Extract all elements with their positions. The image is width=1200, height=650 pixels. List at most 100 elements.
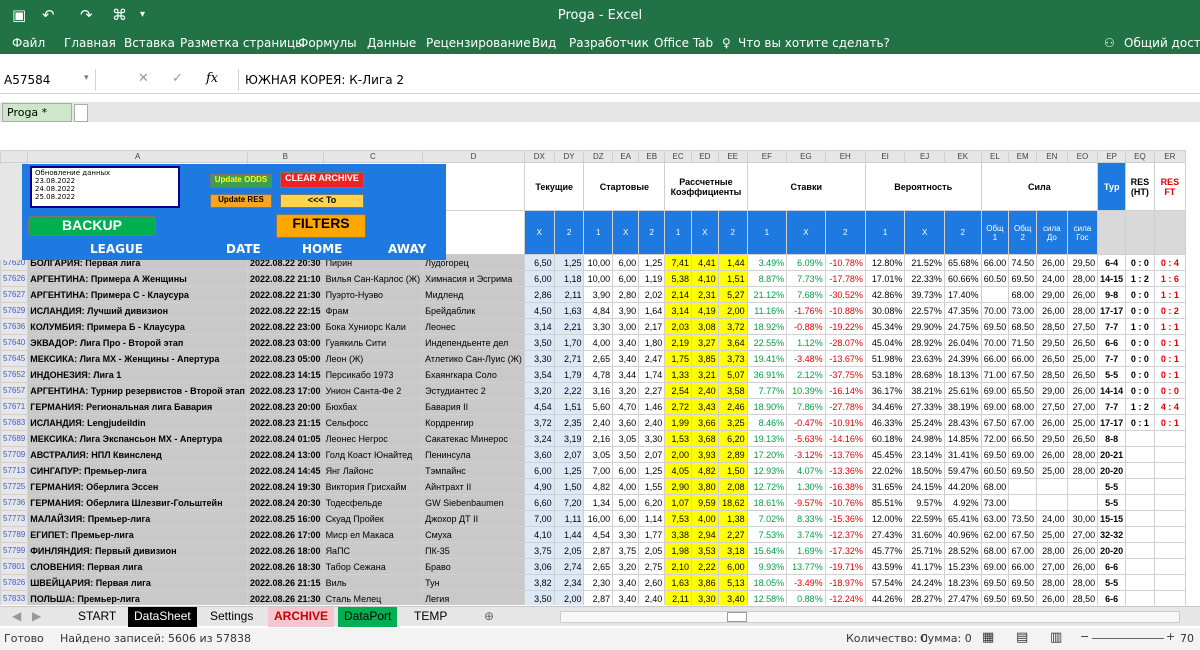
value-cell[interactable]: 26,00 (1066, 382, 1099, 399)
formula-input[interactable]: ЮЖНАЯ КОРЕЯ: К-Лига 2 (238, 69, 1198, 91)
value-cell[interactable]: 69.00 (980, 398, 1010, 415)
value-cell[interactable]: 1,75 (664, 350, 692, 367)
row-number[interactable]: 57657 (0, 382, 29, 399)
value-cell[interactable]: 4,00 (583, 334, 614, 351)
value-cell[interactable]: 2,46 (717, 398, 748, 415)
new-workbook-tab[interactable] (74, 104, 88, 122)
value-cell[interactable]: 2,54 (664, 382, 692, 399)
value-cell[interactable]: 7-7 (1097, 350, 1127, 367)
value-cell[interactable]: 12.00% (864, 510, 906, 527)
date-cell[interactable]: 2022.08.23 17:00 (246, 382, 324, 399)
value-cell[interactable]: 27.47% (943, 590, 982, 605)
value-cell[interactable]: 26,00 (1066, 286, 1099, 303)
away-cell[interactable]: Химнасия и Эсгрима (422, 270, 525, 287)
value-cell[interactable]: 4,70 (612, 398, 640, 415)
value-cell[interactable]: 1,50 (717, 462, 748, 479)
filter-header[interactable]: 1 (864, 210, 906, 255)
column-header[interactable]: EL (980, 150, 1010, 163)
clear-archive-button[interactable]: CLEAR ARCHIVE (280, 172, 364, 188)
value-cell[interactable]: 2,47 (638, 350, 666, 367)
value-cell[interactable]: 3.49% (746, 254, 788, 271)
value-cell[interactable]: 14.85% (943, 430, 982, 447)
home-cell[interactable]: Скуад Пройек (322, 510, 424, 527)
table-row[interactable]: 57683 ИСЛАНДИЯ: Lengjudeildin 2022.08.23 2… (0, 414, 1186, 431)
value-cell[interactable] (1008, 494, 1038, 511)
value-cell[interactable]: 60.50 (980, 462, 1010, 479)
league-cell[interactable]: МЕКСИКА: Лига Экспансьон MX - Апертура (27, 430, 248, 447)
value-cell[interactable]: 1,51 (553, 398, 585, 415)
row-number[interactable]: 57725 (0, 478, 29, 495)
value-cell[interactable]: 16,00 (583, 510, 614, 527)
value-cell[interactable]: 67.50 (1008, 526, 1038, 543)
value-cell[interactable]: 1,99 (664, 414, 692, 431)
value-cell[interactable]: 5,00 (612, 494, 640, 511)
value-cell[interactable]: 45.34% (864, 318, 906, 335)
value-cell[interactable]: 0 : 0 (1125, 302, 1155, 319)
value-cell[interactable]: 27.43% (864, 526, 906, 543)
filter-header[interactable] (1097, 210, 1127, 255)
value-cell[interactable] (1036, 494, 1068, 511)
value-cell[interactable]: -16.14% (824, 382, 866, 399)
value-cell[interactable]: 3,24 (523, 430, 555, 447)
value-cell[interactable]: 28,00 (1066, 462, 1099, 479)
value-cell[interactable] (1153, 590, 1186, 605)
league-cell[interactable]: АРГЕНТИНА: Турнир резервистов - Второй э… (27, 382, 248, 399)
value-cell[interactable]: 14-15 (1097, 270, 1127, 287)
value-cell[interactable]: 36.91% (746, 366, 788, 383)
filter-header[interactable]: X (786, 210, 826, 255)
home-cell[interactable]: Пуэрто-Нуэво (322, 286, 424, 303)
away-cell[interactable]: Тун (422, 574, 525, 591)
value-cell[interactable]: 34.46% (864, 398, 906, 415)
value-cell[interactable]: 7.77% (746, 382, 788, 399)
column-header[interactable]: EK (943, 150, 982, 163)
value-cell[interactable]: 26,50 (1066, 334, 1099, 351)
value-cell[interactable]: 45.45% (864, 446, 906, 463)
value-cell[interactable]: 6,00 (523, 462, 555, 479)
value-cell[interactable]: 17-17 (1097, 302, 1127, 319)
date-cell[interactable]: 2022.08.24 13:00 (246, 446, 324, 463)
value-cell[interactable]: 2,16 (583, 430, 614, 447)
value-cell[interactable]: 0 : 1 (1153, 350, 1186, 367)
value-cell[interactable]: 2,21 (553, 318, 585, 335)
value-cell[interactable]: 4,84 (583, 302, 614, 319)
next-sheet-icon[interactable]: ▶ (26, 607, 47, 627)
sheet-tab-datasheet[interactable]: DataSheet (128, 607, 197, 627)
value-cell[interactable]: 12.93% (746, 462, 788, 479)
value-cell[interactable]: 10,00 (583, 270, 614, 287)
value-cell[interactable]: 25,00 (1036, 462, 1068, 479)
value-cell[interactable]: 4,78 (583, 366, 614, 383)
value-cell[interactable]: 27,50 (1066, 318, 1099, 335)
value-cell[interactable]: 3,50 (523, 334, 555, 351)
value-cell[interactable]: 1,70 (553, 334, 585, 351)
value-cell[interactable]: 6,00 (612, 254, 640, 271)
value-cell[interactable]: 2,22 (553, 382, 585, 399)
value-cell[interactable]: 4,50 (523, 302, 555, 319)
value-cell[interactable]: 2,80 (612, 286, 640, 303)
value-cell[interactable]: 15.64% (746, 542, 788, 559)
value-cell[interactable]: 3,16 (583, 382, 614, 399)
value-cell[interactable]: 28,00 (1066, 270, 1099, 287)
value-cell[interactable]: 69.50 (1008, 462, 1038, 479)
value-cell[interactable] (1153, 446, 1186, 463)
value-cell[interactable]: 3,30 (612, 526, 640, 543)
value-cell[interactable] (1125, 542, 1155, 559)
value-cell[interactable]: 22.02% (864, 462, 906, 479)
filter-header[interactable]: X (612, 210, 640, 255)
value-cell[interactable]: 29,50 (1036, 430, 1068, 447)
value-cell[interactable]: 6,00 (717, 558, 748, 575)
date-cell[interactable]: 2022.08.25 16:00 (246, 510, 324, 527)
value-cell[interactable]: 2,34 (553, 574, 585, 591)
value-cell[interactable]: 65.50 (1008, 382, 1038, 399)
table-row[interactable]: 57657 АРГЕНТИНА: Турнир резервистов - Вто… (0, 382, 1186, 399)
value-cell[interactable]: 36.17% (864, 382, 906, 399)
value-cell[interactable]: 25,00 (1066, 414, 1099, 431)
column-header[interactable]: C (322, 150, 424, 163)
row-number[interactable]: 57671 (0, 398, 29, 415)
league-cell[interactable]: ШВЕЙЦАРИЯ: Первая лига (27, 574, 248, 591)
value-cell[interactable]: 66.50 (1008, 430, 1038, 447)
value-cell[interactable]: 45.04% (864, 334, 906, 351)
value-cell[interactable]: 4,10 (523, 526, 555, 543)
value-cell[interactable]: 3,30 (523, 350, 555, 367)
value-cell[interactable]: 8.87% (746, 270, 788, 287)
row-number[interactable]: 57736 (0, 494, 29, 511)
